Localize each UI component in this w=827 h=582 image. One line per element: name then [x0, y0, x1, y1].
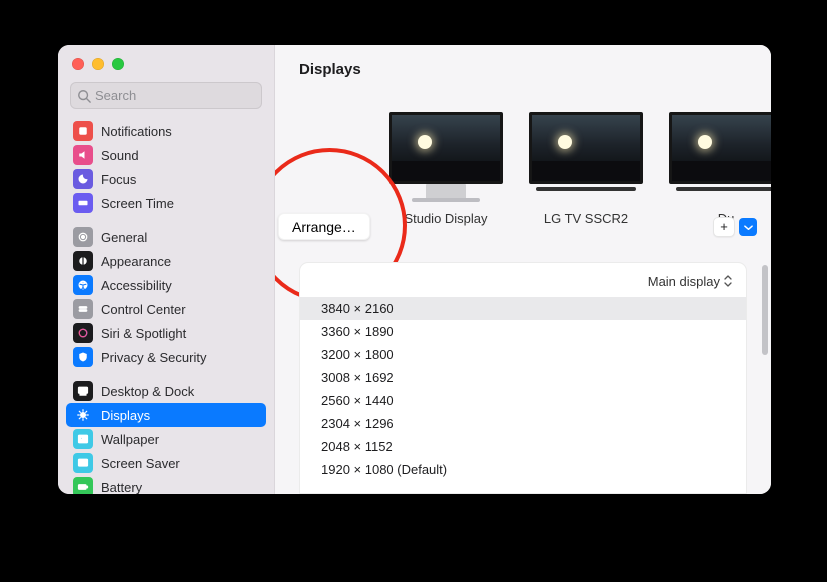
wallpaper-icon [73, 429, 93, 449]
window-controls [58, 45, 274, 80]
sidebar-item-label: General [101, 230, 147, 245]
sidebar-item-label: Displays [101, 408, 150, 423]
main-pane: Displays Studio Display LG TV SSCR2 Du Arr… [275, 45, 771, 494]
siri-icon [73, 323, 93, 343]
minimize-button[interactable] [92, 58, 104, 70]
display-studio[interactable]: Studio Display [389, 112, 503, 226]
sidebar-item-label: Notifications [101, 124, 172, 139]
general-icon [73, 227, 93, 247]
display-thumbnail [669, 112, 771, 184]
screensaver-icon [73, 453, 93, 473]
zoom-button[interactable] [112, 58, 124, 70]
sidebar-item-label: Desktop & Dock [101, 384, 194, 399]
display-selector-label: Main display [648, 274, 720, 289]
add-display-menu-button[interactable] [739, 218, 757, 236]
control-center-icon [73, 299, 93, 319]
focus-icon [73, 169, 93, 189]
battery-icon [73, 477, 93, 494]
resolution-row[interactable]: 3360 × 1890 [300, 320, 746, 343]
sidebar-item-wallpaper[interactable]: Wallpaper [66, 427, 266, 451]
sidebar-item-label: Focus [101, 172, 136, 187]
close-button[interactable] [72, 58, 84, 70]
privacy-icon [73, 347, 93, 367]
display-label: LG TV SSCR2 [529, 211, 643, 226]
resolution-row[interactable]: 2560 × 1440 [300, 389, 746, 412]
search-input[interactable] [95, 88, 271, 103]
sidebar-item-label: Screen Saver [101, 456, 180, 471]
display-selector[interactable]: Main display [648, 274, 732, 289]
sidebar-item-screen-saver[interactable]: Screen Saver [66, 451, 266, 475]
sidebar-item-focus[interactable]: Focus [66, 167, 266, 191]
resolution-row[interactable]: 3200 × 1800 [300, 343, 746, 366]
sidebar-item-general[interactable]: General [66, 225, 266, 249]
sidebar-item-label: Sound [101, 148, 139, 163]
main-scrollbar[interactable] [762, 265, 768, 355]
display-thumbnails: Studio Display LG TV SSCR2 Du [389, 112, 771, 226]
display-thumbnail [389, 112, 503, 184]
system-settings-window: Notifications Sound Focus Screen Time Genera… [58, 45, 771, 494]
sound-icon [73, 145, 93, 165]
sidebar-item-label: Appearance [101, 254, 171, 269]
display-thumbnail [529, 112, 643, 184]
sidebar-item-sound[interactable]: Sound [66, 143, 266, 167]
sidebar-item-battery[interactable]: Battery [66, 475, 266, 494]
display-dummy[interactable]: Du [669, 112, 771, 226]
search-field[interactable] [70, 82, 262, 109]
sidebar-item-displays[interactable]: Displays [66, 403, 266, 427]
sidebar-item-control-center[interactable]: Control Center [66, 297, 266, 321]
page-title: Displays [275, 45, 771, 78]
sidebar-item-label: Battery [101, 480, 142, 495]
notifications-icon [73, 121, 93, 141]
accessibility-icon [73, 275, 93, 295]
sidebar-item-label: Privacy & Security [101, 350, 206, 365]
display-lg[interactable]: LG TV SSCR2 [529, 112, 643, 226]
resolution-panel: Main display 3840 × 21603360 × 18903200 … [299, 262, 747, 494]
appearance-icon [73, 251, 93, 271]
sidebar-item-appearance[interactable]: Appearance [66, 249, 266, 273]
sidebar-item-screen-time[interactable]: Screen Time [66, 191, 266, 215]
sidebar-item-label: Wallpaper [101, 432, 159, 447]
chevron-down-icon [744, 223, 753, 232]
sidebar: Notifications Sound Focus Screen Time Genera… [58, 45, 275, 494]
sidebar-item-notifications[interactable]: Notifications [66, 119, 266, 143]
sidebar-item-desktop-dock[interactable]: Desktop & Dock [66, 379, 266, 403]
sidebar-list: Notifications Sound Focus Screen Time Genera… [58, 119, 274, 494]
resolution-row[interactable]: 2048 × 1152 [300, 435, 746, 458]
add-display-controls: + [713, 217, 757, 237]
sidebar-item-privacy-security[interactable]: Privacy & Security [66, 345, 266, 369]
display-label: Studio Display [389, 211, 503, 226]
search-icon [77, 89, 91, 103]
add-display-button[interactable]: + [713, 217, 735, 237]
arrange-button[interactable]: Arrange… [278, 213, 370, 240]
resolution-list: 3840 × 21603360 × 18903200 × 18003008 × … [300, 297, 746, 481]
screen-time-icon [73, 193, 93, 213]
updown-icon [724, 275, 732, 289]
dock-icon [73, 381, 93, 401]
sidebar-item-label: Accessibility [101, 278, 172, 293]
displays-icon [73, 405, 93, 425]
resolution-row[interactable]: 3008 × 1692 [300, 366, 746, 389]
sidebar-item-accessibility[interactable]: Accessibility [66, 273, 266, 297]
sidebar-item-label: Siri & Spotlight [101, 326, 186, 341]
sidebar-item-siri-spotlight[interactable]: Siri & Spotlight [66, 321, 266, 345]
resolution-row[interactable]: 3840 × 2160 [300, 297, 746, 320]
sidebar-item-label: Screen Time [101, 196, 174, 211]
resolution-row[interactable]: 1920 × 1080 (Default) [300, 458, 746, 481]
sidebar-item-label: Control Center [101, 302, 186, 317]
resolution-row[interactable]: 2304 × 1296 [300, 412, 746, 435]
